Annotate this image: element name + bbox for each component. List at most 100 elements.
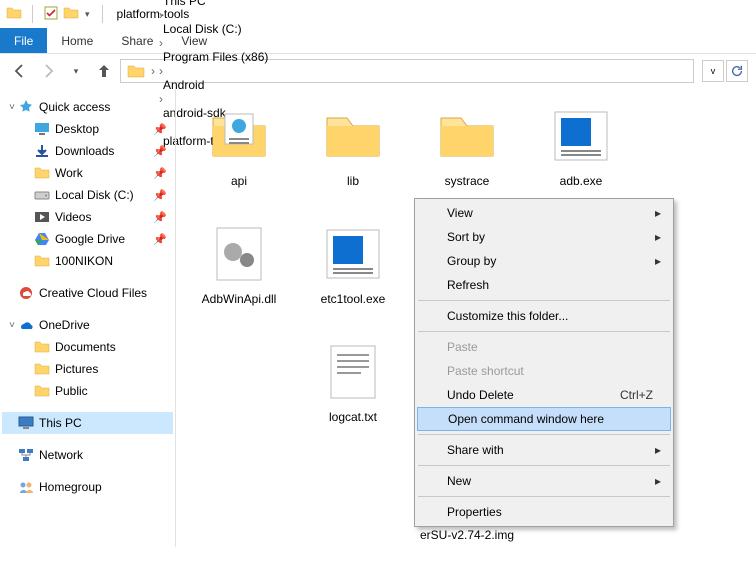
breadcrumb-segment[interactable]: Program Files (x86) <box>157 50 274 64</box>
menu-item-customize-this-folder-[interactable]: Customize this folder... <box>417 304 671 328</box>
tree-item-label: 100NIKON <box>55 254 113 268</box>
tree-item-quick-access[interactable]: ˅Quick access <box>2 96 173 118</box>
menu-item-properties[interactable]: Properties <box>417 500 671 524</box>
chevron-right-icon: ▸ <box>655 230 661 244</box>
tree-item-homegroup[interactable]: Homegroup <box>2 476 173 498</box>
tree-item-pictures[interactable]: Pictures <box>2 358 173 380</box>
folder-small-icon[interactable] <box>63 5 79 24</box>
file-thumb <box>321 340 385 404</box>
tree-item-label: OneDrive <box>39 318 90 332</box>
folder-icon <box>34 383 50 399</box>
tree-item-label: Public <box>55 384 88 398</box>
menu-item-label: Group by <box>447 254 496 268</box>
file-list[interactable]: api lib systrace adb.exe AdbWinApi.dll etc1to… <box>176 88 756 547</box>
up-button[interactable] <box>92 59 116 83</box>
menu-item-refresh[interactable]: Refresh <box>417 273 671 297</box>
tree-item-videos[interactable]: Videos📌 <box>2 206 173 228</box>
menu-separator <box>418 496 670 497</box>
menu-separator <box>418 300 670 301</box>
tree-item-public[interactable]: Public <box>2 380 173 402</box>
file-item[interactable]: etc1tool.exe <box>296 216 410 334</box>
chevron-right-icon[interactable]: › <box>157 8 165 22</box>
tab-file[interactable]: File <box>0 28 47 53</box>
file-item[interactable]: api <box>182 98 296 216</box>
properties-icon[interactable] <box>43 5 59 24</box>
pin-icon: 📌 <box>153 167 167 180</box>
tree-item-work[interactable]: Work 📌 <box>2 162 173 184</box>
navigation-bar: ▾ › This PC›Local Disk (C:)›Program File… <box>0 54 756 88</box>
address-dropdown-button[interactable]: v <box>702 60 724 82</box>
file-name: logcat.txt <box>329 410 377 424</box>
folder-icon <box>34 339 50 355</box>
menu-item-view[interactable]: View ▸ <box>417 201 671 225</box>
tree-item-label: Homegroup <box>39 480 102 494</box>
folder-icon <box>34 165 50 181</box>
tree-item-this-pc[interactable]: This PC <box>2 412 173 434</box>
file-name: erSU-v2.74-2.img <box>420 528 514 542</box>
menu-item-group-by[interactable]: Group by▸ <box>417 249 671 273</box>
recent-locations-button[interactable]: ▾ <box>64 59 88 83</box>
menu-item-share-with[interactable]: Share with▸ <box>417 438 671 462</box>
file-name: AdbWinApi.dll <box>202 292 277 306</box>
menu-item-new[interactable]: New ▸ <box>417 469 671 493</box>
folder-icon <box>127 62 145 80</box>
menu-item-label: Sort by <box>447 230 485 244</box>
file-item[interactable]: lib <box>296 98 410 216</box>
thispc-icon <box>18 415 34 431</box>
network-icon <box>18 447 34 463</box>
tree-item-label: Work <box>55 166 83 180</box>
tree-item-onedrive[interactable]: ˅OneDrive <box>2 314 173 336</box>
tree-item-local-disk-c-[interactable]: Local Disk (C:)📌 <box>2 184 173 206</box>
tree-item-google-drive[interactable]: Google Drive📌 <box>2 228 173 250</box>
file-thumb <box>321 222 385 286</box>
menu-item-label: Share with <box>447 443 504 457</box>
chevron-right-icon[interactable]: › <box>149 64 157 78</box>
menu-item-paste: Paste <box>417 335 671 359</box>
file-name: etc1tool.exe <box>321 292 386 306</box>
menu-shortcut: Ctrl+Z <box>620 388 653 402</box>
drive-icon <box>34 187 50 203</box>
menu-item-paste-shortcut: Paste shortcut <box>417 359 671 383</box>
videos-icon <box>34 209 50 225</box>
gdrive-icon <box>34 231 50 247</box>
tree-item-creative-cloud-files[interactable]: Creative Cloud Files <box>2 282 173 304</box>
menu-item-open-command-window-here[interactable]: Open command window here <box>417 407 671 431</box>
tree-item-100nikon[interactable]: 100NIKON <box>2 250 173 272</box>
file-name: systrace <box>445 174 490 188</box>
tree-item-documents[interactable]: Documents <box>2 336 173 358</box>
tree-item-label: Quick access <box>39 100 110 114</box>
address-bar[interactable]: › This PC›Local Disk (C:)›Program Files … <box>120 59 694 83</box>
menu-item-label: New <box>447 474 471 488</box>
menu-separator <box>418 331 670 332</box>
forward-button[interactable] <box>36 59 60 83</box>
tree-item-network[interactable]: Network <box>2 444 173 466</box>
file-thumb <box>207 104 271 168</box>
menu-item-undo-delete[interactable]: Undo DeleteCtrl+Z <box>417 383 671 407</box>
file-thumb <box>435 104 499 168</box>
back-button[interactable] <box>8 59 32 83</box>
ccloud-icon <box>18 285 34 301</box>
menu-item-label: View <box>447 206 473 220</box>
menu-item-label: Customize this folder... <box>447 309 568 323</box>
chevron-right-icon[interactable]: › <box>157 36 165 50</box>
qat-dropdown-icon[interactable]: ▾ <box>83 9 92 20</box>
file-name: lib <box>347 174 359 188</box>
tree-item-downloads[interactable]: Downloads📌 <box>2 140 173 162</box>
chevron-right-icon: ▸ <box>655 474 661 488</box>
chevron-right-icon: ▸ <box>655 206 661 220</box>
file-item[interactable]: logcat.txt <box>296 334 410 452</box>
folder-icon <box>34 253 50 269</box>
menu-item-sort-by[interactable]: Sort by ▸ <box>417 225 671 249</box>
tree-item-desktop[interactable]: Desktop📌 <box>2 118 173 140</box>
file-name: adb.exe <box>560 174 603 188</box>
file-item[interactable]: AdbWinApi.dll <box>182 216 296 334</box>
tree-item-label: Local Disk (C:) <box>55 188 134 202</box>
file-thumb <box>549 104 613 168</box>
chevron-right-icon[interactable]: › <box>157 64 165 78</box>
downloads-icon <box>34 143 50 159</box>
breadcrumb-segment[interactable]: Local Disk (C:) <box>157 22 274 36</box>
onedrive-icon <box>18 317 34 333</box>
refresh-button[interactable] <box>726 60 748 82</box>
tab-home[interactable]: Home <box>47 28 107 53</box>
breadcrumb-segment[interactable]: This PC <box>157 0 274 8</box>
